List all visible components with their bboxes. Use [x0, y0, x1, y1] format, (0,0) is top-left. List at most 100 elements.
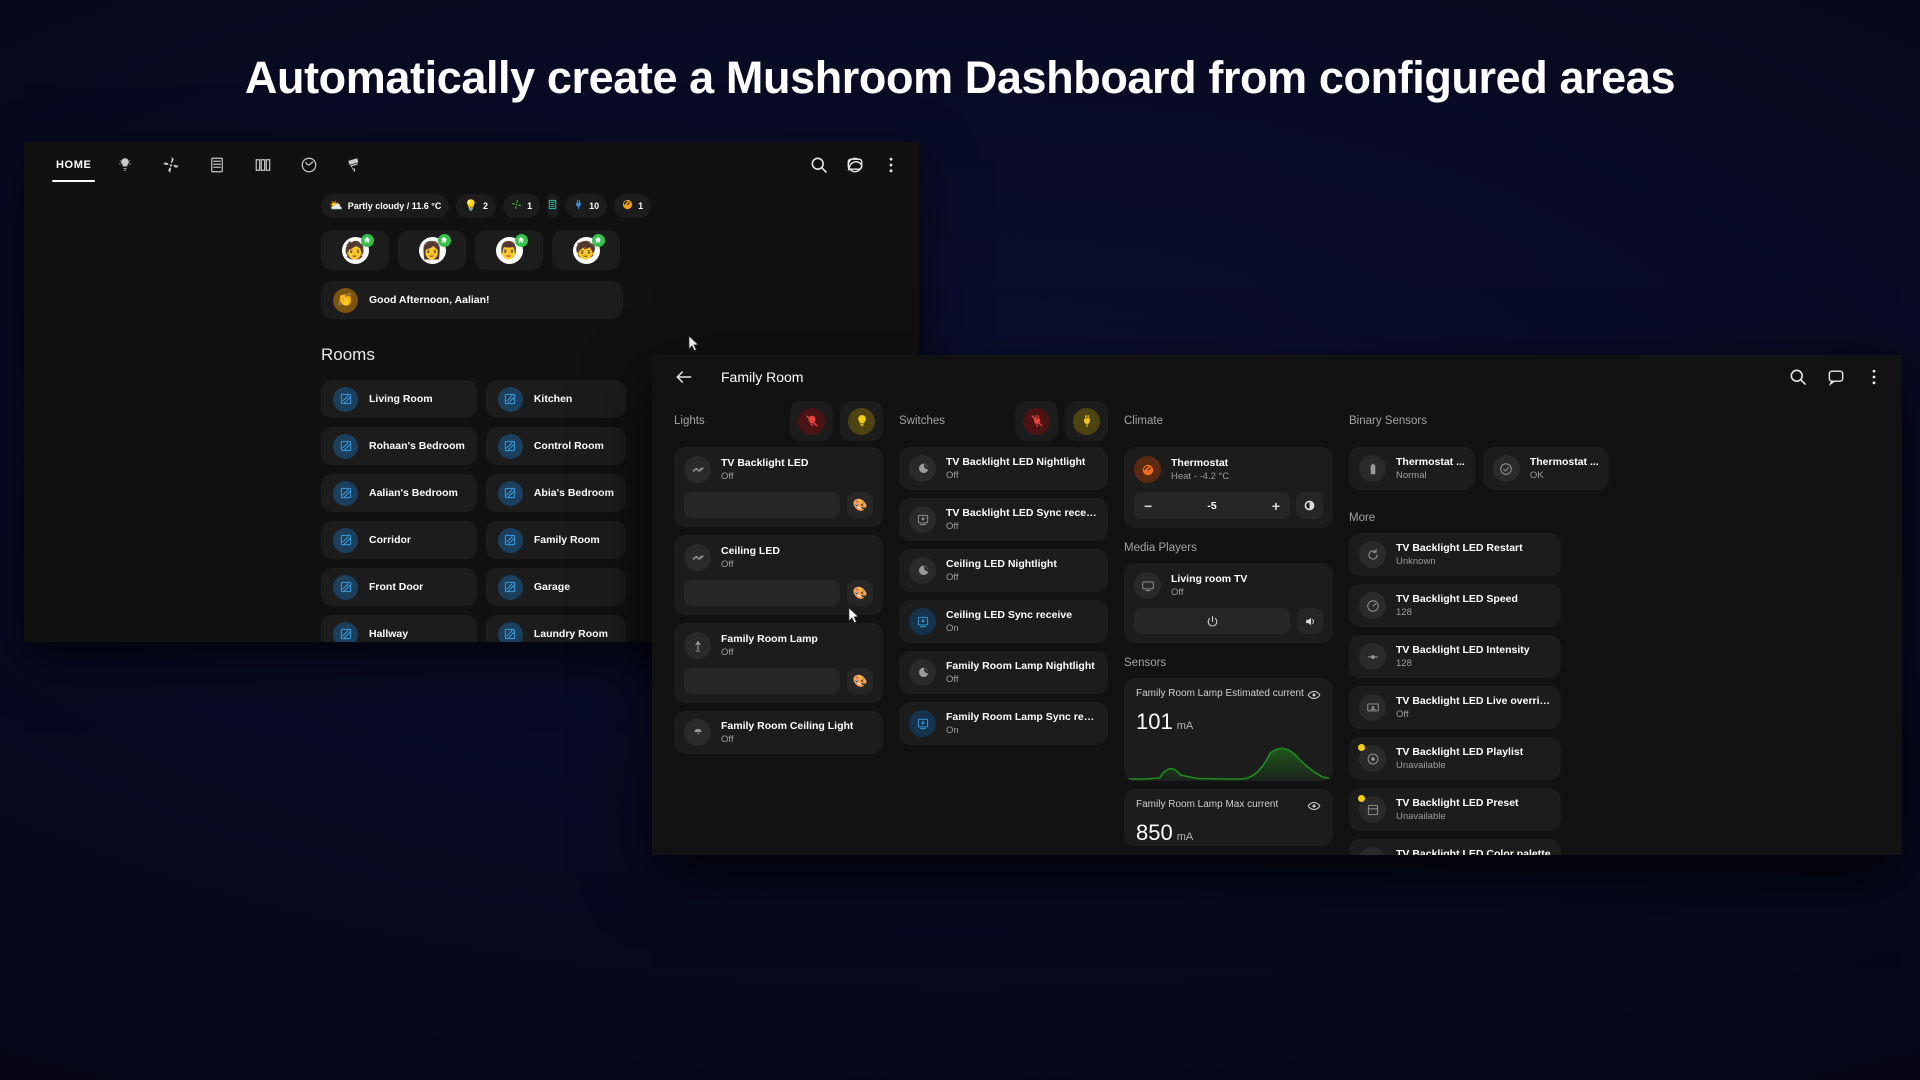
more-card-live-override[interactable]: TV Backlight LED Live override Off [1349, 686, 1561, 729]
room-card-control-room[interactable]: Control Room [486, 427, 626, 465]
tab-media[interactable] [245, 142, 281, 188]
tab-lights[interactable] [107, 142, 143, 188]
room-card-abias-bedroom[interactable]: Abia's Bedroom [486, 474, 626, 512]
chip-fans-count: 1 [527, 201, 532, 211]
entity-text: TV Backlight LED Off [721, 457, 809, 482]
slider-icon [1359, 643, 1386, 670]
search-icon[interactable] [1788, 367, 1808, 387]
room-card-hallway[interactable]: Hallway [321, 615, 477, 642]
volume-icon[interactable] [1297, 608, 1323, 634]
person-card-2[interactable]: 👩 [398, 230, 466, 270]
color-palette-icon[interactable]: 🎨 [847, 580, 873, 606]
floorplan-icon [333, 434, 358, 459]
more-card-playlist[interactable]: TV Backlight LED Playlist Unavailable [1349, 737, 1561, 780]
switch-card-family-room-lamp-nightlight[interactable]: Family Room Lamp Nightlight Off [899, 651, 1108, 694]
assist-chat-icon[interactable] [1826, 367, 1846, 387]
binary-sensor-card-problem[interactable]: Thermostat ... OK [1483, 447, 1609, 490]
more-card-intensity[interactable]: TV Backlight LED Intensity 128 [1349, 635, 1561, 678]
tab-sensors[interactable] [291, 142, 327, 188]
search-icon[interactable] [809, 155, 829, 175]
assist-chat-icon[interactable] [845, 155, 865, 175]
color-palette-icon[interactable]: 🎨 [847, 492, 873, 518]
lamp-icon [684, 632, 711, 659]
room-card-living-room[interactable]: Living Room [321, 380, 477, 418]
chip-climate-count: 1 [638, 201, 643, 211]
lights-on-button[interactable] [840, 401, 883, 441]
room-card-laundry-room[interactable]: Laundry Room [486, 615, 626, 642]
light-card-family-room-lamp[interactable]: Family Room Lamp Off 🎨 [674, 623, 883, 703]
temperature-stepper[interactable]: − -5 + [1134, 492, 1290, 519]
switch-card-tv-backlight-led-nightlight[interactable]: TV Backlight LED Nightlight Off [899, 447, 1108, 490]
lights-off-button[interactable] [790, 401, 833, 441]
greeting-card[interactable]: 👏 Good Afternoon, Aalian! [321, 281, 623, 319]
light-card-family-room-ceiling-light[interactable]: Family Room Ceiling Light Off [674, 711, 883, 754]
temperature-value: -5 [1207, 500, 1216, 512]
eye-icon[interactable] [1307, 688, 1321, 702]
brightness-slider[interactable] [684, 668, 840, 694]
room-card-garage[interactable]: Garage [486, 568, 626, 606]
brightness-slider[interactable] [684, 580, 840, 606]
more-card-restart[interactable]: TV Backlight LED Restart Unknown [1349, 533, 1561, 576]
room-card-family-room[interactable]: Family Room [486, 521, 626, 559]
chip-server[interactable] [547, 194, 558, 218]
chip-lights[interactable]: 💡 2 [456, 194, 496, 218]
entity-row: TV Backlight LED Live override Off [1359, 694, 1551, 721]
room-card-aalians-bedroom[interactable]: Aalian's Bedroom [321, 474, 477, 512]
overflow-menu-icon[interactable] [1864, 367, 1884, 387]
chip-fans[interactable]: 1 [503, 194, 540, 218]
eye-icon[interactable] [1307, 799, 1321, 813]
light-card-tv-backlight-led[interactable]: TV Backlight LED Off 🎨 [674, 447, 883, 527]
entity-text: Living room TV Off [1171, 573, 1247, 598]
media-player-card-living-room-tv[interactable]: Living room TV Off [1124, 563, 1333, 643]
person-card-3[interactable]: 👨 [475, 230, 543, 270]
switch-card-ceiling-led-nightlight[interactable]: Ceiling LED Nightlight Off [899, 549, 1108, 592]
color-palette-icon[interactable]: 🎨 [847, 668, 873, 694]
switch-card-ceiling-led-sync-receive[interactable]: Ceiling LED Sync receive On [899, 600, 1108, 643]
more-card-color-palette[interactable]: TV Backlight LED Color palette Default [1349, 839, 1561, 855]
moon-icon [909, 455, 936, 482]
overflow-menu-icon[interactable] [881, 155, 901, 175]
cctv-icon [346, 156, 364, 174]
person-card-4[interactable]: 🧒 [552, 230, 620, 270]
entity-row: Family Room Lamp Nightlight Off [909, 659, 1098, 686]
entity-name: Family Room Lamp [721, 633, 818, 645]
switch-card-tv-backlight-led-sync-receive[interactable]: TV Backlight LED Sync receive Off [899, 498, 1108, 541]
more-card-preset[interactable]: TV Backlight LED Preset Unavailable [1349, 788, 1561, 831]
entity-name: TV Backlight LED Color palette [1396, 848, 1551, 855]
chip-weather[interactable]: ⛅ Partly cloudy / 11.6 °C [321, 194, 449, 218]
entity-name: Thermostat ... [1530, 456, 1599, 468]
room-card-corridor[interactable]: Corridor [321, 521, 477, 559]
tab-cameras[interactable] [337, 142, 373, 188]
chip-switches[interactable]: 10 [565, 194, 607, 218]
lightbulb-icon: 💡 [464, 201, 478, 212]
tab-fans[interactable] [153, 142, 189, 188]
room-card-rohaans-bedroom[interactable]: Rohaan's Bedroom [321, 427, 477, 465]
switch-card-family-room-lamp-sync-receive[interactable]: Family Room Lamp Sync receive On [899, 702, 1108, 745]
hvac-mode-icon[interactable] [1296, 492, 1323, 519]
tab-server[interactable] [199, 142, 235, 188]
sensor-card-max-current[interactable]: Family Room Lamp Max current 850 mA [1124, 789, 1333, 846]
thermostat-card[interactable]: Thermostat Heat - -4.2 °C − -5 + [1124, 447, 1333, 528]
light-card-ceiling-led[interactable]: Ceiling LED Off 🎨 [674, 535, 883, 615]
back-arrow-icon[interactable] [674, 367, 694, 387]
entity-name: TV Backlight LED Preset [1396, 797, 1519, 809]
power-icon[interactable] [1134, 608, 1290, 634]
switches-on-button[interactable] [1065, 401, 1108, 441]
tab-home[interactable]: HOME [50, 142, 97, 188]
brightness-slider[interactable] [684, 492, 840, 518]
room-card-kitchen[interactable]: Kitchen [486, 380, 626, 418]
fan-icon [511, 199, 522, 213]
increase-temperature-button[interactable]: + [1272, 498, 1280, 514]
more-card-speed[interactable]: TV Backlight LED Speed 128 [1349, 584, 1561, 627]
sensor-card-estimated-current[interactable]: Family Room Lamp Estimated current 101 m… [1124, 678, 1333, 781]
sensor-graph [1124, 741, 1333, 781]
switches-off-button[interactable] [1015, 401, 1058, 441]
sensor-title: Family Room Lamp Estimated current [1136, 688, 1304, 699]
binary-sensor-card-battery[interactable]: Thermostat ... Normal [1349, 447, 1475, 490]
room-card-front-door[interactable]: Front Door [321, 568, 477, 606]
decrease-temperature-button[interactable]: − [1144, 498, 1152, 514]
person-card-1[interactable]: 🧑 [321, 230, 389, 270]
column-binary-sensors: Binary Sensors Thermostat ... Normal [1341, 399, 1569, 855]
entity-name: Family Room Lamp Sync receive [946, 711, 1098, 723]
chip-climate[interactable]: 1 [614, 194, 651, 218]
